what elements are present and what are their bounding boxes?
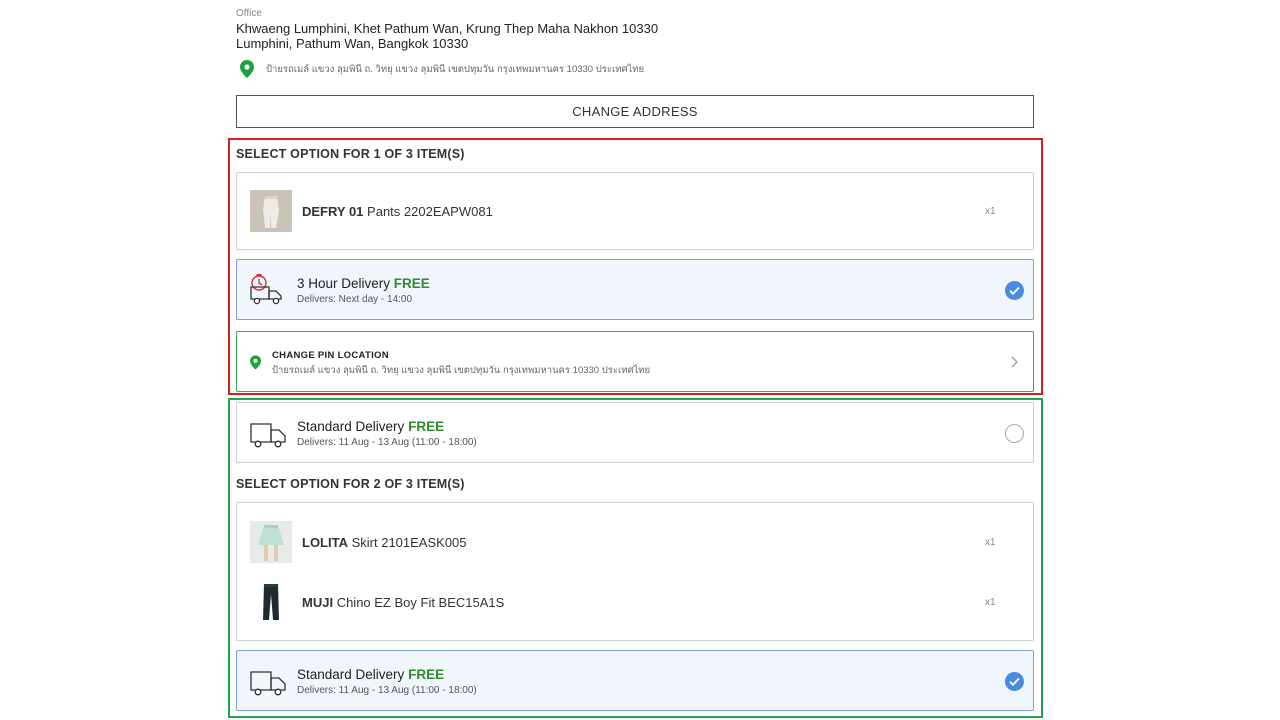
chino-thumbnail — [250, 581, 292, 623]
item-quantity: x1 — [985, 596, 996, 608]
delivery-radio-unselected[interactable] — [1005, 424, 1024, 443]
delivery-title: Standard Delivery FREE — [297, 419, 444, 434]
item-description: Skirt 2101EASK005 — [351, 534, 467, 550]
checkmark-icon — [1009, 677, 1020, 687]
list-item: DEFRY 01 Pants 2202EAPW081 x1 — [237, 189, 1033, 233]
delivery-radio-selected[interactable] — [1005, 281, 1024, 300]
group2-items-card: LOLITA Skirt 2101EASK005 x1 MUJI Chino E… — [236, 502, 1034, 641]
change-address-button[interactable]: CHANGE ADDRESS — [236, 95, 1034, 128]
delivery-eta: Delivers: 11 Aug - 13 Aug (11:00 - 18:00… — [297, 437, 477, 448]
pin-location-address: ป้ายรถเมล์ แขวง ลุมพินี ถ. วิทยุ แขวง ลุ… — [272, 365, 651, 376]
delivery-eta: Delivers: Next day - 14:00 — [297, 294, 413, 305]
address-line-1: Khwaeng Lumphini, Khet Pathum Wan, Krung… — [236, 21, 659, 36]
item-name: DEFRY 01 Pants 2202EAPW081 — [302, 204, 493, 219]
truck-icon — [250, 423, 286, 448]
delivery-option-standard-group2[interactable]: Standard Delivery FREE Delivers: 11 Aug … — [236, 650, 1034, 711]
group1-items-card: DEFRY 01 Pants 2202EAPW081 x1 — [236, 172, 1034, 250]
delivery-free-badge: FREE — [393, 276, 430, 291]
address-pin-row: ป้ายรถเมล์ แขวง ลุมพินี ถ. วิทยุ แขวง ลุ… — [240, 60, 644, 78]
group2-section-title: SELECT OPTION FOR 2 OF 3 ITEM(S) — [236, 477, 465, 491]
delivery-free-badge: FREE — [408, 419, 445, 434]
delivery-name: 3 Hour Delivery — [297, 276, 391, 291]
delivery-name: Standard Delivery — [297, 419, 405, 434]
item-brand: MUJI — [302, 594, 334, 610]
delivery-option-standard-group1[interactable]: Standard Delivery FREE Delivers: 11 Aug … — [236, 402, 1034, 463]
address-type-label: Office — [236, 8, 262, 19]
item-brand: LOLITA — [302, 534, 348, 550]
delivery-title: 3 Hour Delivery FREE — [297, 276, 430, 291]
item-quantity: x1 — [985, 536, 996, 548]
delivery-option-3hour[interactable]: 3 Hour Delivery FREE Delivers: Next day … — [236, 259, 1034, 320]
item-brand: DEFRY 01 — [302, 203, 364, 219]
item-name: LOLITA Skirt 2101EASK005 — [302, 535, 467, 550]
white-pants-thumbnail — [250, 190, 292, 232]
truck-icon — [250, 671, 286, 696]
item-quantity: x1 — [985, 205, 996, 217]
list-item: MUJI Chino EZ Boy Fit BEC15A1S x1 — [237, 580, 1033, 624]
group1-section-title: SELECT OPTION FOR 1 OF 3 ITEM(S) — [236, 147, 465, 161]
item-description: Pants 2202EAPW081 — [367, 203, 493, 219]
map-pin-icon — [240, 60, 254, 78]
checkmark-icon — [1009, 286, 1020, 296]
delivery-title: Standard Delivery FREE — [297, 667, 444, 682]
item-name: MUJI Chino EZ Boy Fit BEC15A1S — [302, 595, 504, 610]
pin-location-title: CHANGE PIN LOCATION — [272, 350, 389, 361]
list-item: LOLITA Skirt 2101EASK005 x1 — [237, 520, 1033, 564]
express-truck-icon — [250, 274, 282, 305]
delivery-eta: Delivers: 11 Aug - 13 Aug (11:00 - 18:00… — [297, 685, 477, 696]
address-line-2: Lumphini, Pathum Wan, Bangkok 10330 — [236, 36, 469, 51]
delivery-name: Standard Delivery — [297, 667, 405, 682]
address-pin-text: ป้ายรถเมล์ แขวง ลุมพินี ถ. วิทยุ แขวง ลุ… — [266, 63, 645, 75]
chevron-right-icon — [1011, 356, 1018, 368]
delivery-radio-selected[interactable] — [1005, 672, 1024, 691]
change-pin-location-button[interactable]: CHANGE PIN LOCATION ป้ายรถเมล์ แขวง ลุมพ… — [236, 331, 1034, 392]
map-pin-icon — [250, 355, 261, 370]
item-description: Chino EZ Boy Fit BEC15A1S — [336, 594, 505, 610]
delivery-free-badge: FREE — [408, 667, 445, 682]
skirt-thumbnail — [250, 521, 292, 563]
